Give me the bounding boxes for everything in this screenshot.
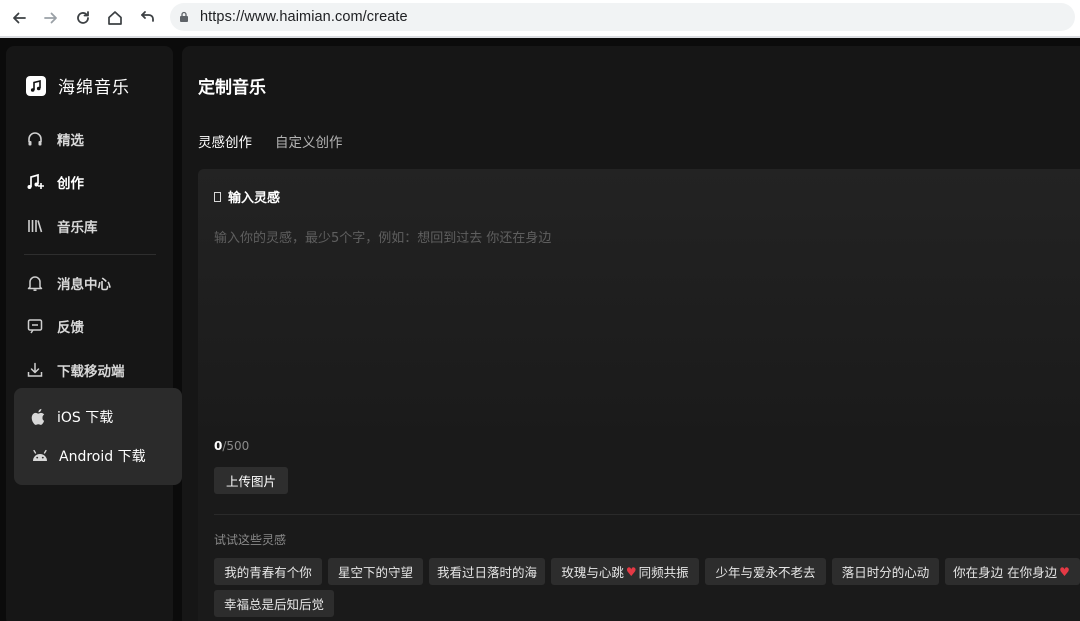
android-download-label: Android 下载 — [59, 449, 146, 465]
upload-image-button[interactable]: 上传图片 — [214, 467, 289, 494]
sidebar-divider — [24, 254, 156, 255]
forward-button[interactable] — [35, 2, 67, 34]
apple-icon — [31, 408, 45, 425]
idea-chip[interactable]: 你在身边 在你身边 ♥ — [945, 558, 1080, 585]
idea-chip[interactable]: 落日时分的心动 — [832, 558, 939, 585]
idea-chip[interactable]: 玫瑰与心跳 ♥ 同频共振 — [551, 558, 699, 585]
headphones-icon — [24, 128, 46, 150]
ideas-title: 试试这些灵感 — [214, 533, 287, 547]
heart-icon: ♥ — [625, 564, 637, 579]
lock-icon — [180, 11, 188, 22]
sidebar-item-feedback[interactable]: 反馈 — [24, 314, 84, 338]
brand[interactable]: 海绵音乐 — [26, 73, 130, 98]
reload-button[interactable] — [67, 2, 99, 34]
sidebar-item-library[interactable]: 音乐库 — [24, 214, 98, 238]
sidebar-item-label: 音乐库 — [57, 220, 98, 236]
arrow-left-icon — [13, 12, 26, 24]
sidebar-item-label: 反馈 — [57, 320, 84, 336]
inspiration-label-text: 输入灵感 — [228, 191, 281, 206]
music-note-logo-icon — [26, 75, 46, 96]
inspiration-label: 输入灵感 — [214, 187, 280, 206]
sidebar-item-label: 精选 — [57, 133, 84, 149]
sidebar: 海绵音乐 精选 创作 音乐库 消息中心 反馈 下载移动端 — [6, 46, 173, 621]
idea-chip[interactable]: 星空下的守望 — [328, 558, 423, 585]
char-count-max: /500 — [222, 439, 250, 453]
home-button[interactable] — [99, 2, 131, 34]
ios-download-button[interactable]: iOS 下载 — [31, 406, 113, 428]
music-plus-icon — [24, 171, 46, 193]
sidebar-item-messages[interactable]: 消息中心 — [24, 271, 111, 295]
create-tabs: 灵感创作 自定义创作 — [198, 131, 366, 151]
android-download-button[interactable]: Android 下载 — [31, 445, 146, 467]
library-icon — [24, 215, 46, 237]
placeholder-box-icon — [214, 191, 221, 202]
feedback-icon — [24, 315, 46, 337]
tab-custom[interactable]: 自定义创作 — [275, 131, 343, 151]
idea-chip[interactable]: 我看过日落时的海 — [429, 558, 545, 585]
arrow-right-icon — [44, 12, 57, 24]
sidebar-item-label: 消息中心 — [57, 277, 111, 293]
browser-divider — [0, 36, 1080, 38]
sidebar-item-label: 下载移动端 — [57, 364, 125, 380]
url-text: https://www.haimian.com/create — [200, 9, 408, 25]
ios-download-label: iOS 下载 — [57, 410, 114, 426]
reload-icon — [77, 11, 89, 24]
undo-icon — [141, 11, 154, 22]
back-button[interactable] — [3, 2, 35, 34]
idea-chip[interactable]: 少年与爱永不老去 — [705, 558, 826, 585]
idea-chip[interactable]: 幸福总是后知后觉 — [214, 590, 334, 617]
home-icon — [108, 11, 122, 25]
main-panel: 定制音乐 灵感创作 自定义创作 输入灵感 0/500 上传图片 试试这些灵感 我… — [182, 46, 1080, 621]
idea-chip[interactable]: 我的青春有个你 — [214, 558, 322, 585]
inspiration-input[interactable] — [214, 227, 1064, 427]
card-divider — [214, 514, 1080, 515]
browser-toolbar: https://www.haimian.com/create — [0, 0, 1080, 36]
download-icon — [24, 359, 46, 381]
sidebar-item-create[interactable]: 创作 — [24, 170, 84, 194]
inspiration-card: 输入灵感 0/500 上传图片 试试这些灵感 我的青春有个你 星空下的守望 我看… — [198, 169, 1080, 621]
undo-button[interactable] — [131, 2, 163, 34]
android-icon — [33, 449, 47, 461]
download-popover: iOS 下载 Android 下载 — [14, 388, 182, 485]
address-bar[interactable]: https://www.haimian.com/create — [170, 3, 1075, 31]
sidebar-item-download-mobile[interactable]: 下载移动端 — [24, 358, 125, 382]
brand-name: 海绵音乐 — [58, 78, 130, 98]
sidebar-item-label: 创作 — [57, 176, 84, 192]
bell-icon — [24, 272, 46, 294]
heart-icon: ♥ — [1059, 564, 1070, 579]
tab-inspiration[interactable]: 灵感创作 — [198, 131, 252, 151]
page-title: 定制音乐 — [198, 78, 266, 98]
char-counter: 0/500 — [214, 439, 249, 453]
sidebar-item-featured[interactable]: 精选 — [24, 127, 84, 151]
